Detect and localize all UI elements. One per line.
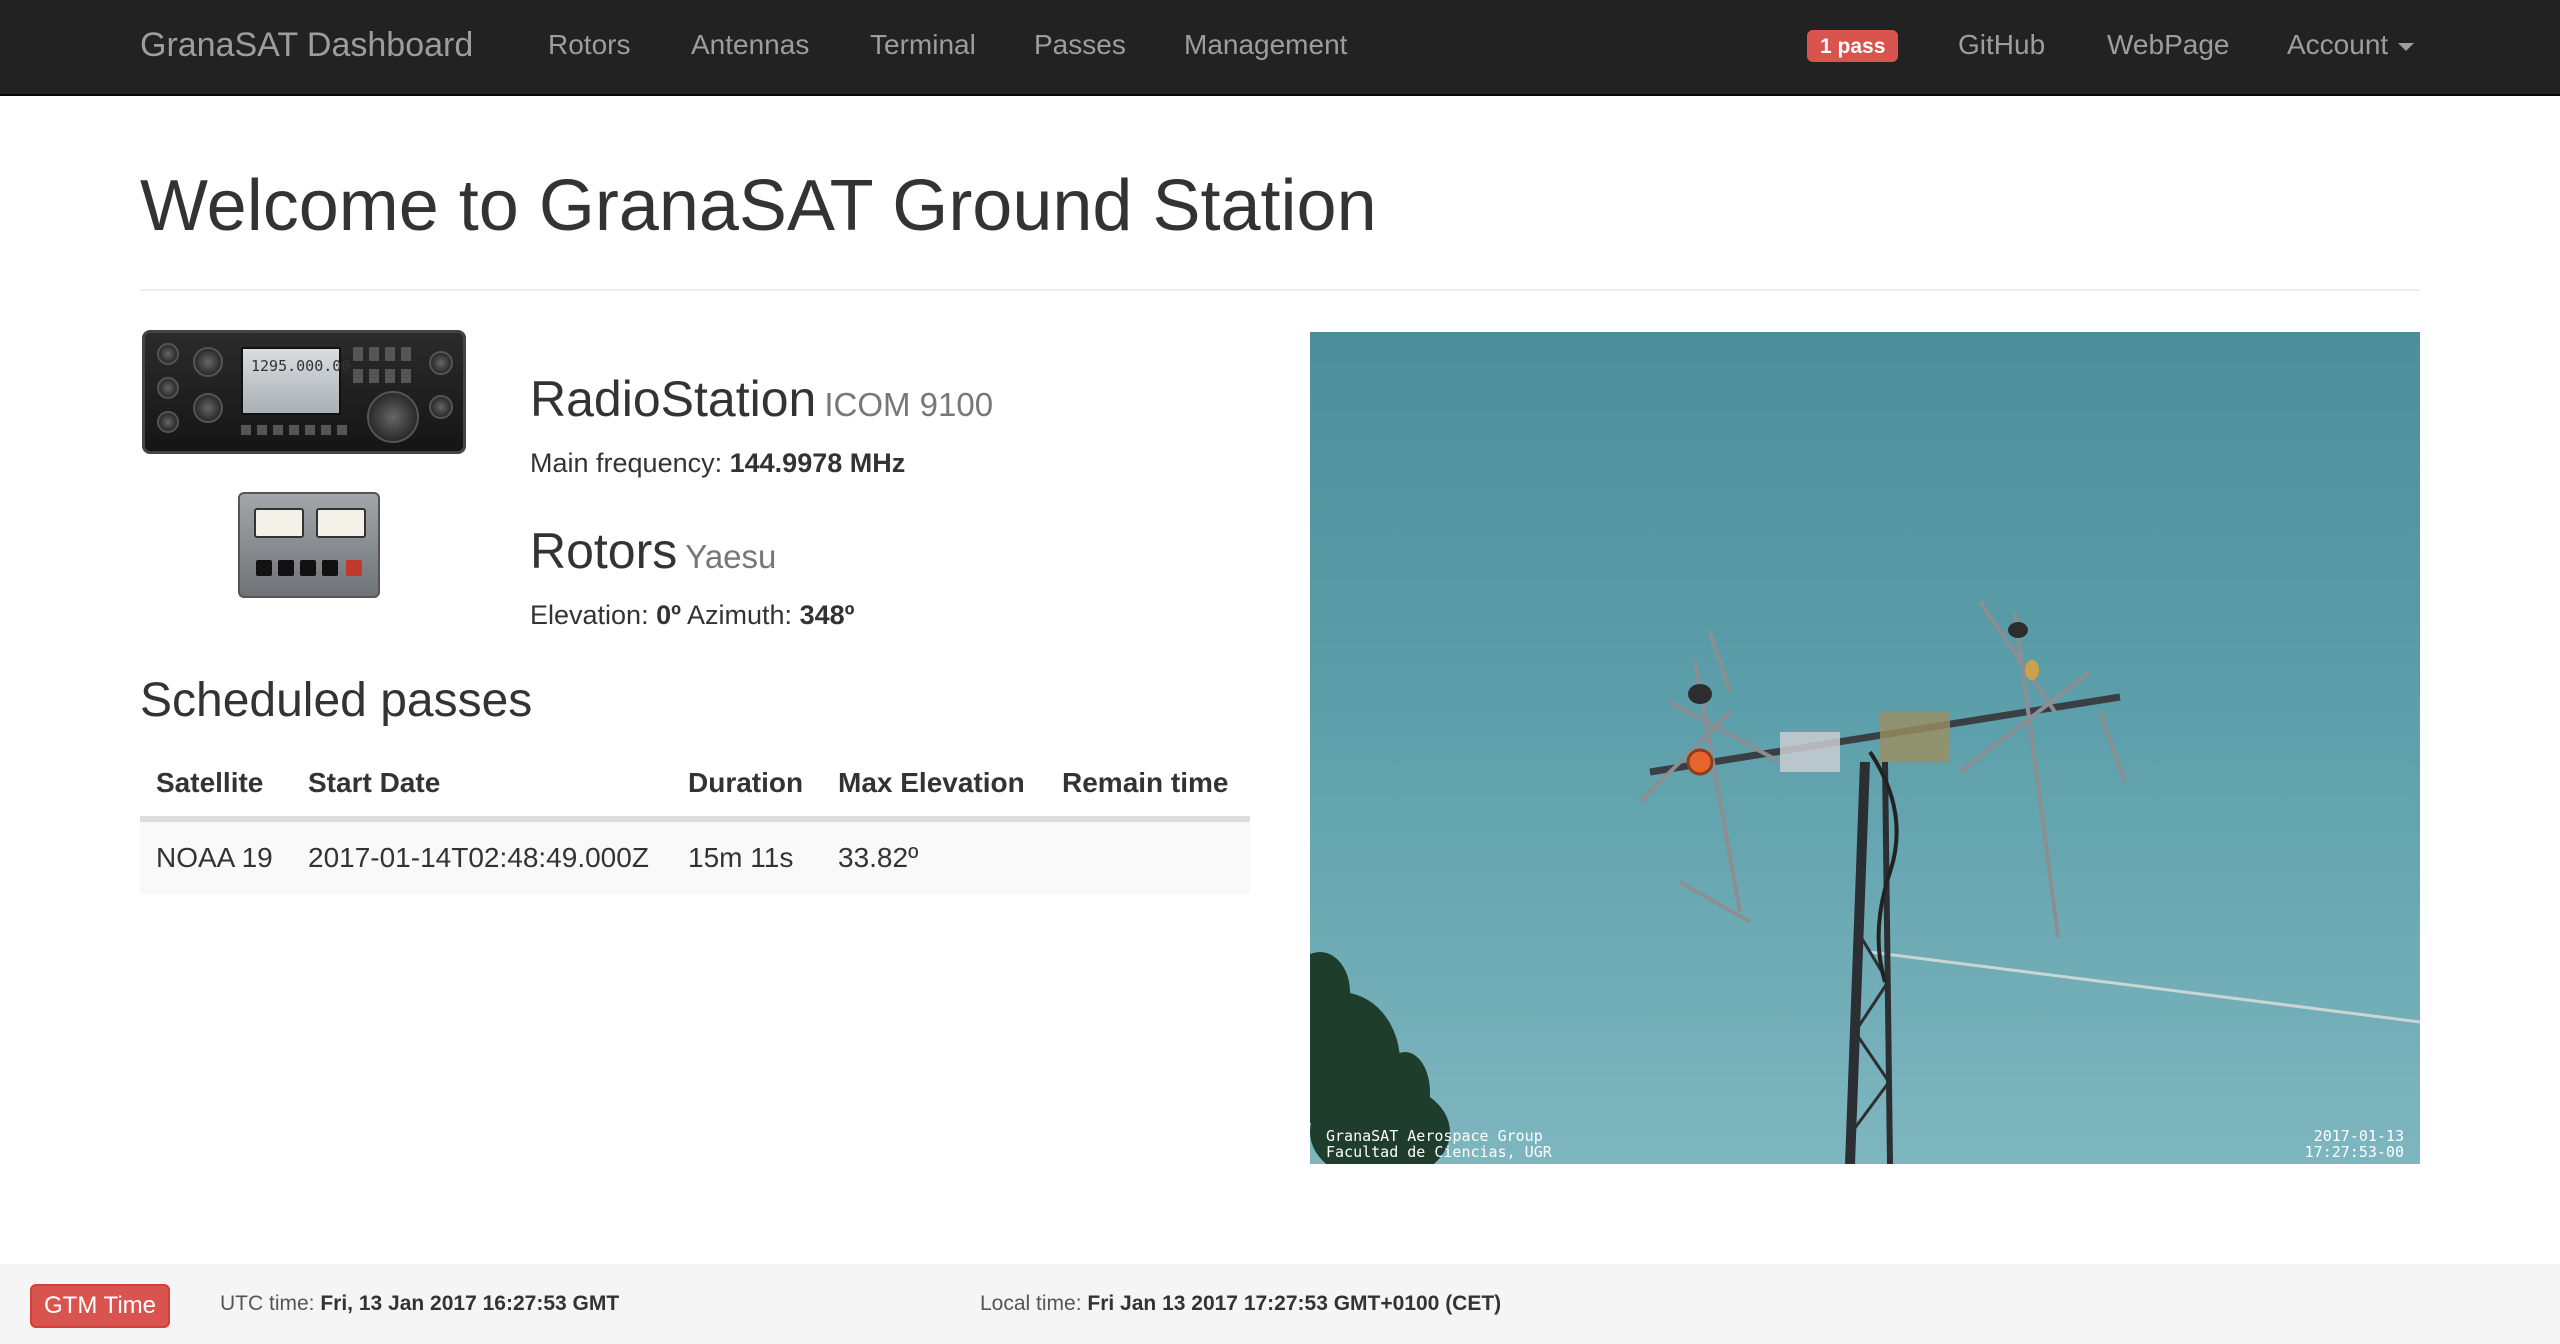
- button-icon: [300, 560, 316, 576]
- right-yagi-antenna: [1958, 600, 2127, 938]
- passes-table: Satellite Start Date Duration Max Elevat…: [140, 750, 1250, 894]
- utc-label: UTC time:: [220, 1292, 315, 1315]
- account-label: Account: [2287, 29, 2389, 60]
- left-yagi-antenna: [1638, 631, 1781, 924]
- frequency-label: Main frequency:: [530, 448, 723, 478]
- knob-icon: [429, 395, 453, 419]
- local-value: Fri Jan 13 2017 17:27:53 GMT+0100 (CET): [1087, 1292, 1502, 1315]
- navbar-brand[interactable]: GranaSAT Dashboard: [140, 0, 473, 94]
- utc-time: UTC time: Fri, 13 Jan 2017 16:27:53 GMT: [220, 1292, 619, 1316]
- camera-overlay-right: 2017-01-13 17:27:53-00: [2305, 1128, 2404, 1160]
- preamp-box: [1880, 712, 1950, 762]
- cell-max-elevation: 33.82º: [838, 842, 919, 873]
- gtm-time-button[interactable]: GTM Time: [30, 1284, 170, 1328]
- knob-icon: [157, 377, 179, 399]
- button-icon: [322, 560, 338, 576]
- nav-passes[interactable]: Passes: [1034, 0, 1126, 94]
- page-title: Welcome to GranaSAT Ground Station: [140, 166, 1377, 246]
- table-header-row: Satellite Start Date Duration Max Elevat…: [140, 750, 1250, 820]
- antenna-mast-illustration: [1310, 600, 2420, 1164]
- knob-icon: [193, 393, 223, 423]
- rotor-controller-image: [238, 492, 380, 598]
- nav-webpage[interactable]: WebPage: [2107, 0, 2229, 94]
- camera-caption-line: Facultad de Ciencias, UGR: [1326, 1143, 1552, 1161]
- nav-github[interactable]: GitHub: [1958, 0, 2045, 94]
- meter-icon: [254, 508, 304, 538]
- elevation-value: 0º: [656, 600, 681, 630]
- rotors-heading: Rotors Yaesu: [530, 522, 776, 580]
- knob-icon: [157, 343, 179, 365]
- column-header-remain-time: Remain time: [1062, 767, 1229, 798]
- antenna-element: [2025, 660, 2039, 680]
- keypad-icon: [353, 347, 413, 361]
- main-frequency: Main frequency: 144.9978 MHz: [530, 448, 905, 479]
- cell-duration: 15m 11s: [688, 842, 794, 873]
- lattice-mast: [1845, 761, 1893, 1164]
- button-icon: [278, 560, 294, 576]
- button-row-icon: [241, 425, 351, 435]
- top-navbar: GranaSAT Dashboard Rotors Antennas Termi…: [0, 0, 2560, 96]
- meter-icon: [316, 508, 366, 538]
- elevation-label: Elevation:: [530, 600, 649, 630]
- camera-date: 2017-01-13: [2313, 1127, 2404, 1145]
- nav-antennas[interactable]: Antennas: [691, 0, 809, 94]
- local-label: Local time:: [980, 1292, 1082, 1315]
- radio-display: 1295.000.00: [241, 347, 350, 415]
- nav-terminal[interactable]: Terminal: [870, 0, 976, 94]
- knob-icon: [429, 351, 453, 375]
- dial-knob-icon: [367, 391, 419, 443]
- knob-icon: [157, 411, 179, 433]
- radio-display-text: 1295.000.00: [251, 357, 351, 375]
- keypad-icon: [353, 369, 413, 383]
- rotors-model: Yaesu: [685, 538, 777, 575]
- mount-plate: [1780, 732, 1840, 772]
- column-header-start-date: Start Date: [308, 767, 441, 798]
- rotors-title: Rotors: [530, 523, 678, 579]
- column-header-duration: Duration: [688, 767, 804, 798]
- rotor-position: Elevation: 0º Azimuth: 348º: [530, 600, 854, 631]
- nav-management[interactable]: Management: [1184, 0, 1347, 94]
- knob-icon: [193, 347, 223, 377]
- nav-rotors[interactable]: Rotors: [548, 0, 630, 94]
- title-divider: [140, 289, 2420, 291]
- footer-bar: GTM Time UTC time: Fri, 13 Jan 2017 16:2…: [0, 1264, 2560, 1344]
- cell-start-date: 2017-01-14T02:48:49.000Z: [308, 842, 649, 873]
- caret-down-icon: [2398, 42, 2415, 51]
- camera-overlay-left: GranaSAT Aerospace Group Facultad de Cie…: [1326, 1128, 1552, 1160]
- radio-station-title: RadioStation: [530, 371, 817, 427]
- radio-transceiver-image: 1295.000.00: [142, 330, 466, 454]
- radio-model: ICOM 9100: [824, 386, 994, 423]
- column-header-satellite: Satellite: [156, 767, 264, 798]
- radio-station-heading: RadioStation ICOM 9100: [530, 370, 993, 428]
- scheduled-passes-heading: Scheduled passes: [140, 674, 533, 727]
- button-icon: [256, 560, 272, 576]
- cell-satellite: NOAA 19: [156, 842, 273, 873]
- azimuth-label: Azimuth:: [687, 600, 793, 630]
- antenna-element: [2008, 622, 2028, 638]
- local-time: Local time: Fri Jan 13 2017 17:27:53 GMT…: [980, 1292, 1501, 1316]
- utc-value: Fri, 13 Jan 2017 16:27:53 GMT: [320, 1292, 620, 1315]
- camera-caption-line: GranaSAT Aerospace Group: [1326, 1127, 1543, 1145]
- pass-count-badge[interactable]: 1 pass: [1807, 30, 1899, 62]
- guy-wire: [1869, 950, 2420, 1024]
- camera-time: 17:27:53-00: [2304, 1143, 2404, 1161]
- account-dropdown[interactable]: Account: [2287, 0, 2415, 94]
- azimuth-value: 348º: [799, 600, 855, 630]
- power-button-icon: [346, 560, 362, 576]
- column-header-max-elevation: Max Elevation: [838, 767, 1025, 798]
- table-row[interactable]: NOAA 19 2017-01-14T02:48:49.000Z 15m 11s…: [140, 820, 1250, 894]
- antenna-camera-feed: GranaSAT Aerospace Group Facultad de Cie…: [1310, 332, 2420, 1164]
- frequency-value: 144.9978 MHz: [729, 448, 906, 478]
- antenna-element: [1688, 684, 1712, 704]
